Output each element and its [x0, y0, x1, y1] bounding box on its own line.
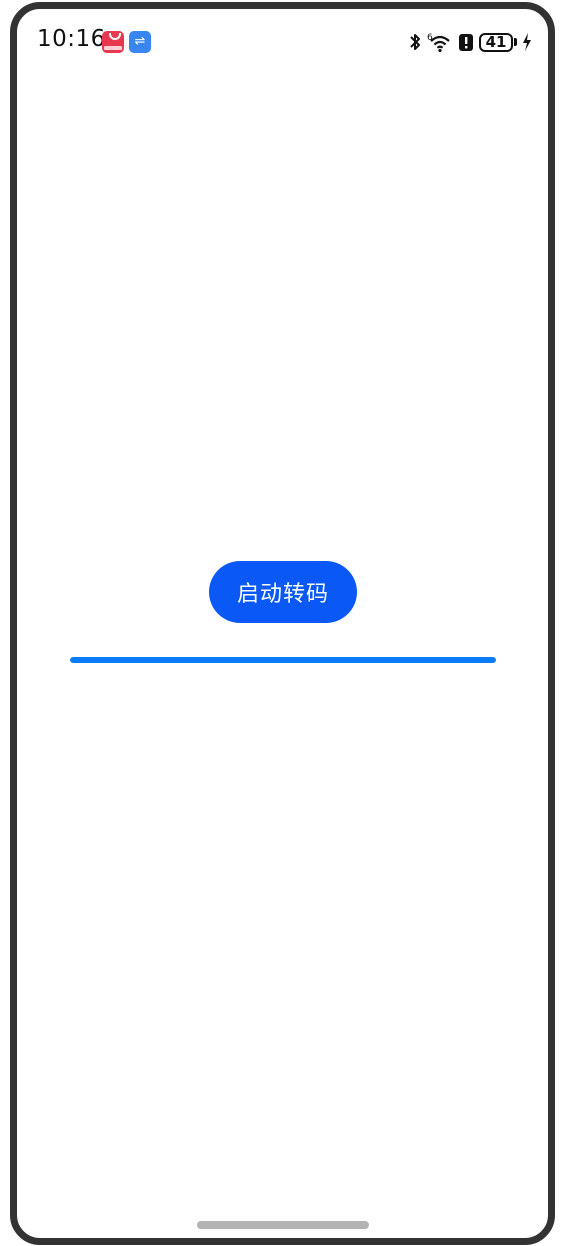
- status-icons: 6 41: [408, 29, 532, 55]
- notification-alert-icon: [459, 34, 473, 51]
- app-gallery-icon: [102, 31, 124, 53]
- start-transcode-button[interactable]: 启动转码: [209, 561, 357, 623]
- status-bar: 10:16 ⇌ 6 41: [17, 9, 548, 71]
- status-time: 10:16: [37, 26, 106, 52]
- bluetooth-icon: [410, 34, 420, 50]
- battery-icon: 41: [479, 32, 517, 52]
- transcode-progress-bar: [70, 657, 496, 663]
- progress-bar-fill: [70, 657, 496, 663]
- battery-level: 41: [479, 32, 513, 52]
- usb-icon: ⇌: [129, 31, 151, 53]
- home-indicator[interactable]: [197, 1221, 369, 1229]
- wifi-6-icon: 6: [427, 33, 450, 53]
- phone-frame: 10:16 ⇌ 6 41 启动转码: [10, 2, 555, 1245]
- charging-icon: [523, 33, 531, 51]
